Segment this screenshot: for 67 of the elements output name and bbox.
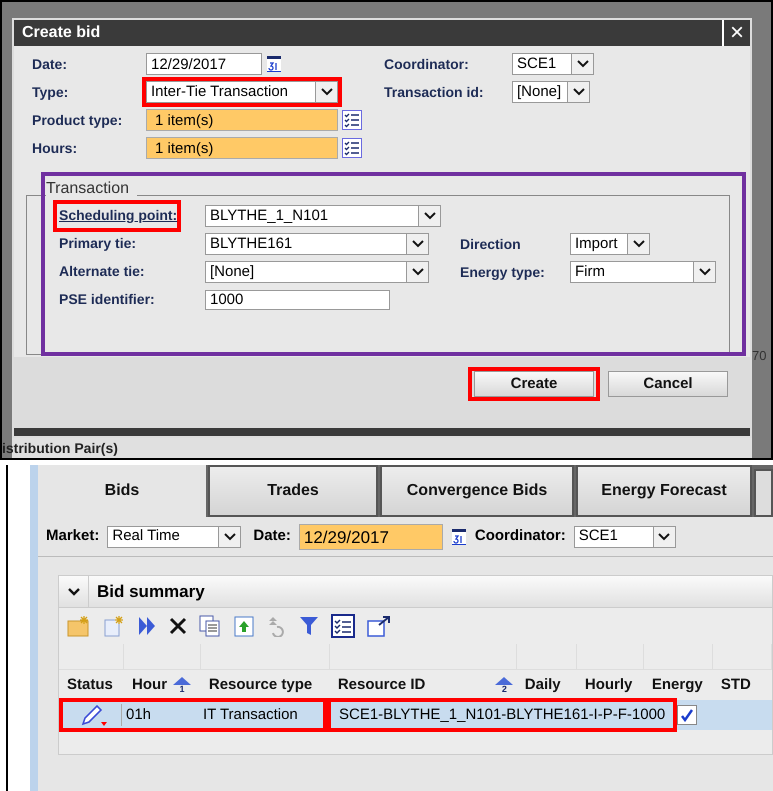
filter-label: Date: bbox=[253, 526, 291, 546]
field-label: Coordinator: bbox=[384, 54, 470, 74]
checklist-icon[interactable] bbox=[342, 138, 362, 158]
field-label: Alternate tie: bbox=[58, 263, 145, 279]
dropdown[interactable]: [None] bbox=[205, 261, 429, 283]
field-label: Primary tie: bbox=[58, 235, 136, 251]
coordinator-dropdown[interactable]: SCE1 bbox=[574, 526, 676, 548]
dropdown[interactable]: SCE1 bbox=[512, 53, 594, 75]
tab[interactable]: Bids bbox=[38, 465, 206, 517]
date-field[interactable]: 12/29/2017 bbox=[298, 524, 443, 550]
field-label: Product type: bbox=[32, 110, 124, 130]
field-label: PSE identifier: bbox=[58, 291, 155, 307]
filter-label: Market: bbox=[46, 526, 100, 546]
item-picker-field[interactable]: 1 item(s) bbox=[146, 137, 338, 159]
tab[interactable]: Energy Forecast bbox=[576, 465, 752, 517]
field-label: Transaction id: bbox=[384, 82, 485, 102]
table-cell: 01h bbox=[121, 704, 199, 726]
filter-icon[interactable] bbox=[299, 615, 319, 637]
calendar-icon[interactable] bbox=[450, 528, 467, 546]
panel-title: Bid summary bbox=[97, 580, 205, 603]
close-button[interactable]: × bbox=[722, 20, 750, 46]
filter-label: Coordinator: bbox=[474, 526, 566, 546]
external-window-icon[interactable] bbox=[367, 615, 391, 637]
column-header[interactable]: Resource type bbox=[200, 670, 330, 700]
dialog-title: Create bid bbox=[22, 23, 100, 43]
dropdown[interactable]: BLYTHE161 bbox=[205, 233, 429, 255]
type-dropdown[interactable]: Inter-Tie Transaction bbox=[146, 81, 338, 103]
column-header[interactable]: Hourly bbox=[576, 670, 644, 700]
calendar-icon[interactable] bbox=[266, 55, 282, 73]
tab[interactable]: Convergence Bids bbox=[380, 465, 574, 517]
dropdown[interactable]: Firm bbox=[570, 261, 716, 283]
dropdown[interactable]: BLYTHE_1_N101 bbox=[205, 205, 441, 227]
column-header[interactable]: Energy bbox=[644, 670, 713, 700]
checklist-icon[interactable] bbox=[342, 110, 362, 130]
background-label: istribution Pair(s) bbox=[2, 438, 118, 458]
item-picker-field[interactable]: 1 item(s) bbox=[146, 109, 338, 131]
upload-icon[interactable] bbox=[233, 615, 255, 637]
sort-indicator[interactable]: 2 bbox=[495, 676, 514, 694]
field-label: Date: bbox=[32, 54, 68, 74]
copy-icon[interactable] bbox=[199, 615, 221, 637]
column-header[interactable]: Hour 1 bbox=[124, 670, 201, 700]
column-header[interactable]: Resource ID 2 bbox=[330, 670, 517, 700]
dropdown[interactable]: [None] bbox=[512, 81, 590, 103]
field-label: Direction bbox=[460, 234, 522, 254]
checkbox[interactable] bbox=[677, 705, 698, 725]
dropdown[interactable]: Import bbox=[570, 233, 650, 255]
field-label: Type: bbox=[32, 82, 70, 102]
checklist-icon[interactable] bbox=[331, 614, 355, 638]
sort-indicator[interactable]: 1 bbox=[173, 676, 192, 694]
field-label: Scheduling point: bbox=[58, 207, 178, 223]
column-header[interactable]: Daily bbox=[516, 670, 577, 700]
tab[interactable]: Trades bbox=[208, 465, 378, 517]
partial-tab[interactable] bbox=[754, 469, 773, 517]
table-cell-text: IT Transaction bbox=[202, 704, 299, 725]
dialog-button[interactable]: Create bbox=[474, 371, 594, 397]
delete-icon[interactable] bbox=[169, 617, 187, 635]
date-field[interactable]: 12/29/2017 bbox=[146, 53, 262, 75]
market-dropdown[interactable]: Real Time bbox=[107, 526, 242, 548]
dialog-button[interactable]: Cancel bbox=[608, 371, 728, 397]
column-header[interactable]: Status bbox=[59, 670, 124, 700]
column-header[interactable]: STD bbox=[712, 670, 772, 700]
double-chevron-icon[interactable] bbox=[137, 615, 157, 637]
field-label: Energy type: bbox=[460, 262, 546, 282]
field-label: Hours: bbox=[32, 138, 78, 158]
text-field[interactable]: 1000 bbox=[205, 290, 390, 310]
background-value: 70 bbox=[752, 348, 766, 363]
table-cell: SCE1-BLYTHE_1_N101-BLYTHE161-I-P-F-1000 bbox=[327, 698, 678, 732]
